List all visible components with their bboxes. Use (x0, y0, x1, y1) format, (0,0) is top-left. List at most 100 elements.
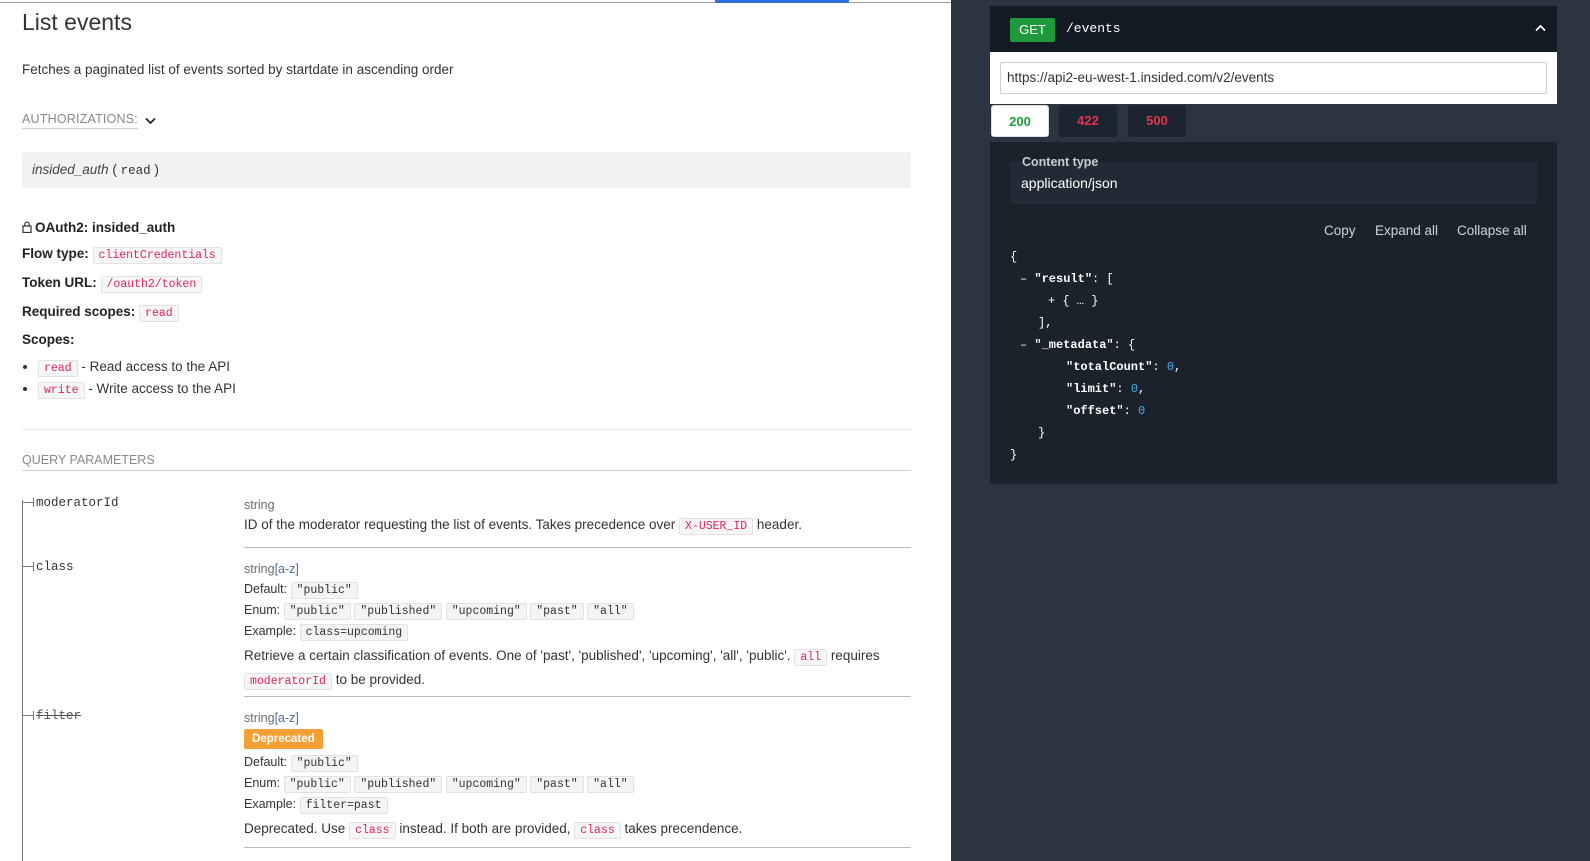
param-description: ID of the moderator requesting the list … (244, 517, 802, 535)
content-type-value[interactable]: application/json (1021, 175, 1118, 191)
json-expand-toggle[interactable]: + { … } (1048, 294, 1098, 308)
param-description: Deprecated. Use class instead. If both a… (244, 821, 743, 839)
param-detail-moderatorId: string ID of the moderator requesting th… (244, 498, 911, 538)
response-tab-500[interactable]: 500 (1128, 105, 1186, 137)
param-type: string (244, 498, 275, 512)
scope-desc: - Write access to the API (88, 381, 236, 396)
inline-code: all (794, 649, 828, 666)
flow-type-row: Flow type: clientCredentials (22, 246, 222, 264)
enum-value: "past" (530, 776, 584, 793)
scopes-heading: Scopes: (22, 332, 75, 347)
collapse-all-button[interactable]: Collapse all (1457, 223, 1527, 238)
auth-summary: insided_auth ( read ) (22, 152, 911, 188)
query-parameters-title: QUERY PARAMETERS (22, 453, 155, 467)
request-header[interactable]: GET /events (990, 6, 1557, 52)
enum-value: "past" (530, 603, 584, 620)
param-detail-class: string[a-z] Default: "public" Enum: "pub… (244, 562, 911, 693)
request-url-wrapper: https://api2-eu-west-1.insided.com/v2/ev… (990, 52, 1557, 104)
inline-code: X-USER_ID (679, 518, 754, 535)
enum-value: "upcoming" (445, 603, 527, 620)
param-divider (244, 547, 911, 548)
token-url-value: /oauth2/token (100, 276, 203, 293)
auth-scheme-name: insided_auth (32, 162, 109, 177)
param-type: string[a-z] (244, 562, 299, 576)
param-name-filter: filter (22, 709, 81, 723)
flow-type-label: Flow type: (22, 246, 89, 261)
oauth-title-text: OAuth2: insided_auth (35, 220, 176, 235)
enum-value: "published" (354, 776, 443, 793)
auth-scope-close: ) (154, 162, 159, 177)
request-url-field[interactable]: https://api2-eu-west-1.insided.com/v2/ev… (1000, 62, 1547, 94)
http-method-badge: GET (1010, 18, 1055, 42)
scope-item: read - Read access to the API (38, 358, 236, 380)
enum-value: "upcoming" (445, 776, 527, 793)
scope-name: read (38, 360, 78, 377)
param-divider (244, 847, 911, 848)
param-tree-line (22, 500, 23, 861)
authorizations-label: AUTHORIZATIONS: (22, 112, 138, 129)
samples-panel: GET /events https://api2-eu-west-1.insid… (951, 0, 1590, 861)
response-body: Content type application/json Copy Expan… (990, 142, 1557, 484)
param-name-class: class (22, 560, 74, 574)
json-line: } (1010, 448, 1018, 462)
expand-all-button[interactable]: Expand all (1375, 223, 1438, 238)
inline-code: class (349, 822, 396, 839)
request-card: GET /events https://api2-eu-west-1.insid… (990, 6, 1557, 104)
json-line: + { … } (1010, 290, 1181, 312)
inline-code: class (574, 822, 621, 839)
json-line: } (1038, 426, 1046, 440)
param-description: Retrieve a certain classification of eve… (244, 648, 880, 690)
flow-type-value: clientCredentials (92, 247, 222, 264)
deprecated-badge: Deprecated (244, 729, 323, 749)
param-example: Example: class=upcoming (244, 624, 911, 641)
param-enum: Enum: "public" "published" "upcoming" "p… (244, 603, 911, 620)
param-default: Default: "public" (244, 755, 911, 772)
inline-code: moderatorId (244, 673, 332, 690)
operation-panel: List events Fetches a paginated list of … (0, 0, 951, 861)
scopes-label: Scopes: (22, 332, 75, 347)
scope-item: write - Write access to the API (38, 380, 236, 402)
section-divider (22, 470, 911, 471)
param-detail-filter: string[a-z] Deprecated Default: "public"… (244, 711, 911, 842)
enum-value: "all" (587, 603, 634, 620)
token-url-label: Token URL: (22, 275, 97, 290)
required-scopes-value: read (139, 305, 179, 322)
json-line: "totalCount": 0, (1066, 360, 1182, 374)
enum-value: "public" (283, 776, 351, 793)
oauth-title: OAuth2: insided_auth (22, 220, 175, 235)
json-line: – "result": [ (1020, 272, 1114, 286)
auth-scope-open: ( (112, 162, 117, 177)
json-collapse-toggle[interactable]: – (1020, 338, 1027, 352)
response-tab-422[interactable]: 422 (1059, 105, 1117, 137)
enum-value: "public" (283, 603, 351, 620)
json-collapse-toggle[interactable]: – (1020, 272, 1027, 286)
active-nav-indicator (715, 0, 849, 3)
content-type-label: Content type (1022, 155, 1099, 169)
copy-button[interactable]: Copy (1324, 223, 1356, 238)
required-scopes-label: Required scopes: (22, 304, 136, 319)
lock-icon (22, 221, 32, 234)
param-name-moderatorId: moderatorId (22, 496, 119, 510)
param-enum: Enum: "public" "published" "upcoming" "p… (244, 776, 911, 793)
json-line: { (1010, 250, 1018, 264)
json-line: – "_metadata": { (1020, 338, 1136, 352)
enum-value: "published" (354, 603, 443, 620)
request-path: /events (1066, 21, 1121, 36)
json-line: "offset": 0 (1066, 404, 1146, 418)
operation-description: Fetches a paginated list of events sorte… (22, 62, 454, 77)
json-sample: { – "result": [ + { … } ], – "_metadata"… (1010, 246, 1181, 466)
json-line: ], (1038, 316, 1053, 330)
authorizations-toggle[interactable]: AUTHORIZATIONS: (22, 112, 156, 129)
param-type: string[a-z] (244, 711, 299, 725)
param-default: Default: "public" (244, 582, 911, 599)
param-divider (244, 696, 911, 697)
auth-scope: read (120, 164, 151, 178)
json-line: "limit": 0, (1066, 382, 1146, 396)
response-tab-200[interactable]: 200 (991, 105, 1049, 137)
chevron-up-icon[interactable] (1535, 24, 1546, 32)
chevron-down-icon (145, 117, 156, 125)
scope-desc: - Read access to the API (81, 359, 230, 374)
section-divider (22, 429, 911, 430)
enum-value: "all" (587, 776, 634, 793)
scopes-list: read - Read access to the API write - Wr… (34, 358, 236, 402)
